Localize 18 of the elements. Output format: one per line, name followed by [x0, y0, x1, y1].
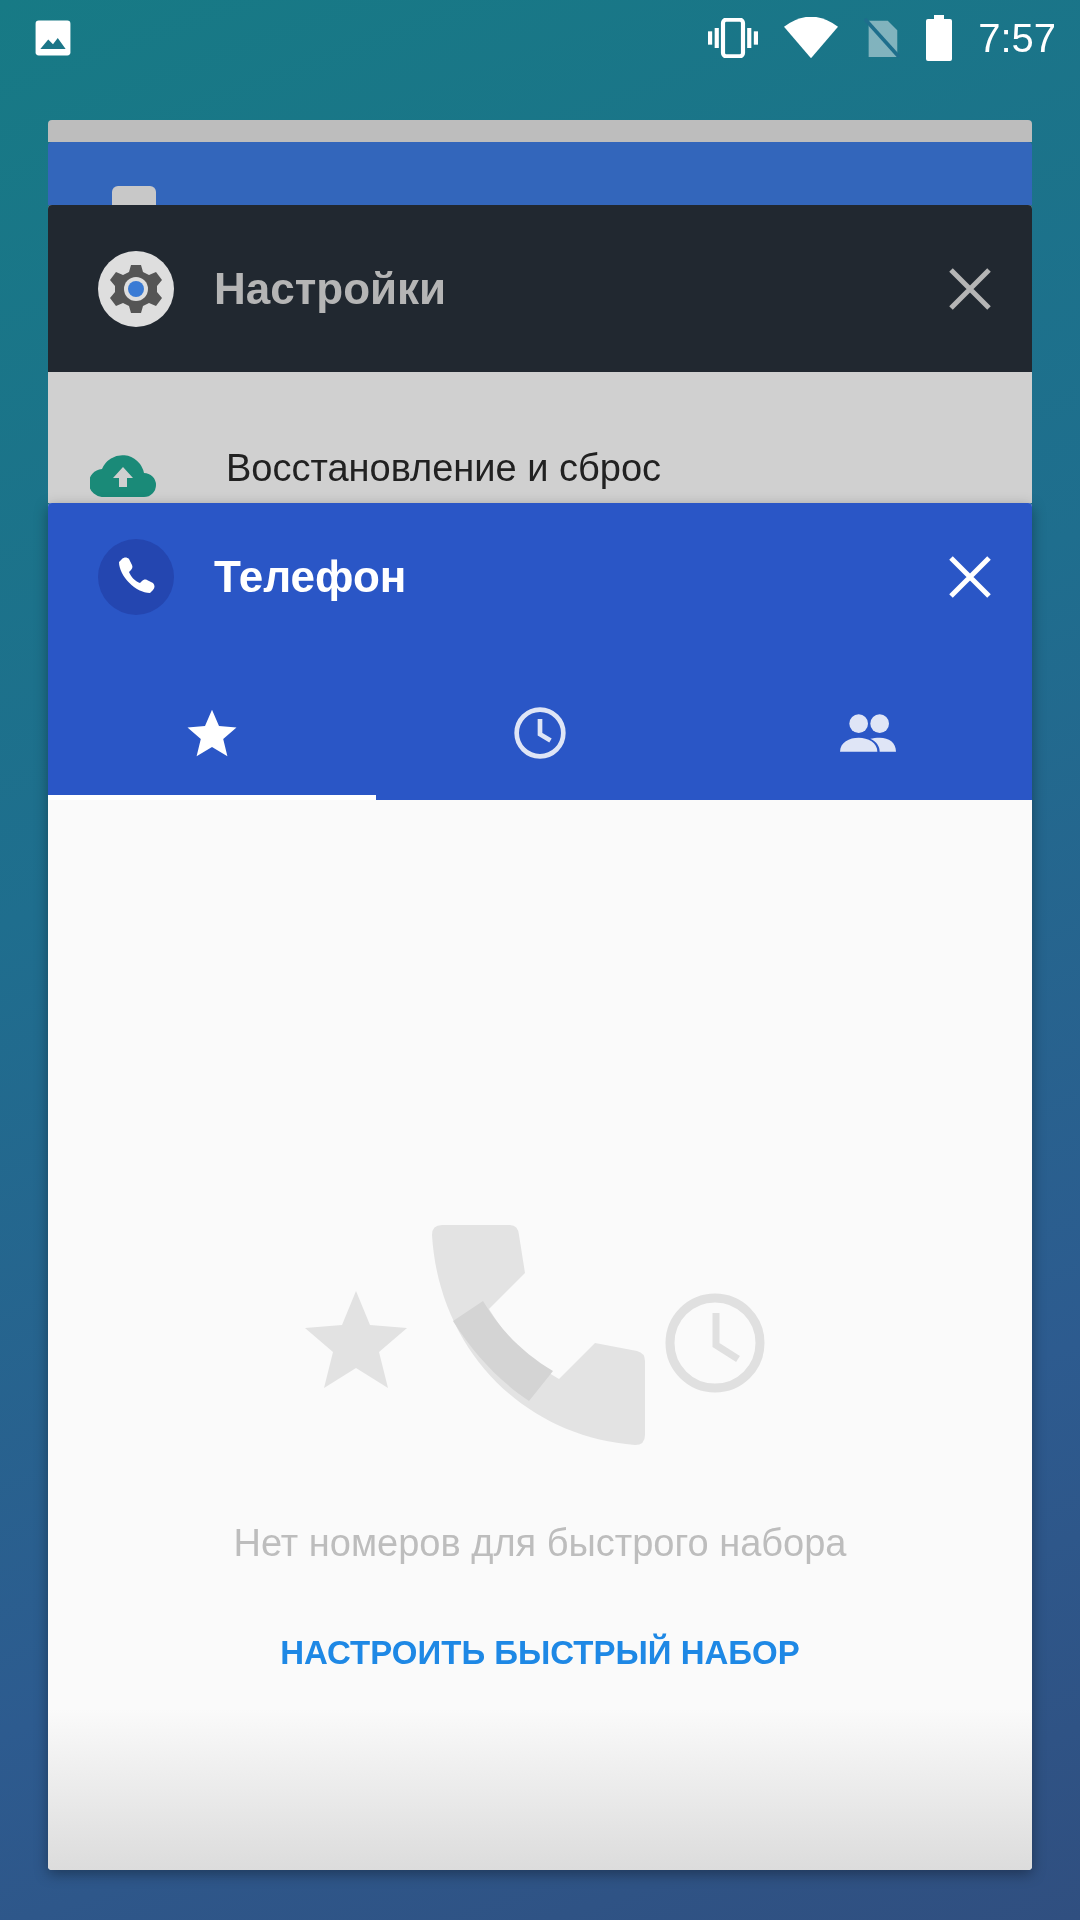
setup-speed-dial-button[interactable]: НАСТРОИТЬ БЫСТРЫЙ НАБОР	[268, 1620, 812, 1686]
close-icon[interactable]	[948, 266, 992, 311]
phone-icon	[98, 538, 174, 615]
empty-message: Нет номеров для быстрого набора	[233, 1521, 847, 1566]
clock-icon	[512, 704, 568, 761]
cloud-upload-icon	[90, 453, 156, 497]
clock-time: 7:57	[978, 14, 1056, 62]
gear-icon	[98, 250, 174, 327]
phone-card-background[interactable]: Телефон Нет номеров для быстрого набора НАСТРОИТЬ БЫСТРЫЙ НАБОР	[48, 503, 1032, 1870]
wifi-icon	[784, 16, 839, 59]
vibrate-icon	[708, 17, 759, 58]
app-title: Настройки	[214, 262, 448, 315]
settings-row-label: Восстановление и сброс	[226, 446, 662, 491]
battery-icon	[926, 14, 953, 61]
image-icon	[34, 18, 72, 57]
no-sim-icon	[864, 16, 901, 59]
settings-card-background[interactable]: Настройки Восстановление и сброс	[48, 205, 1032, 503]
app-title: Телефон	[214, 550, 408, 603]
